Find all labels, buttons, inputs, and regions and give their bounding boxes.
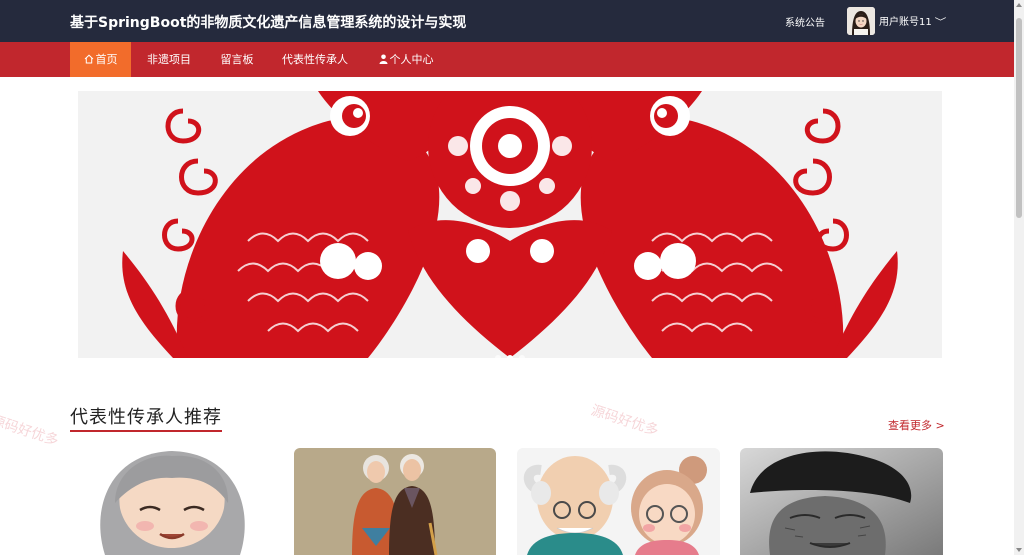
section-title: 代表性传承人推荐 xyxy=(70,407,222,428)
user-icon xyxy=(379,42,388,77)
user-account-label: 用户账号11 xyxy=(879,17,932,28)
watermark-text: 源码好优多 xyxy=(0,412,61,450)
watermark-text: 源码好优多 xyxy=(588,402,661,440)
nav-item-label: 首页 xyxy=(95,53,118,66)
top-header-bar: 基于SpringBoot的非物质文化遗产信息管理系统的设计与实现 系统公告 用户… xyxy=(0,0,1024,42)
paper-cut-fish-image xyxy=(78,91,942,358)
inheritor-portrait xyxy=(70,448,273,555)
user-avatar[interactable] xyxy=(847,7,875,35)
section-title-underline xyxy=(70,430,222,432)
nav-item-label: 非遗项目 xyxy=(147,53,191,66)
carousel-dot[interactable] xyxy=(519,355,525,358)
carousel-dot[interactable] xyxy=(507,355,513,358)
scroll-up-arrow-icon[interactable] xyxy=(1016,3,1022,7)
inheritor-card[interactable] xyxy=(517,448,720,555)
inheritor-portrait xyxy=(517,448,720,555)
scrollbar-thumb[interactable] xyxy=(1016,18,1022,218)
site-title: 基于SpringBoot的非物质文化遗产信息管理系统的设计与实现 xyxy=(70,15,467,31)
home-icon xyxy=(84,42,94,77)
main-navbar: 首页 非遗项目 留言板 代表性传承人 个人中心 xyxy=(0,42,1024,77)
inheritor-card[interactable] xyxy=(70,448,273,555)
scroll-down-arrow-icon[interactable] xyxy=(1016,548,1022,552)
system-notice-link[interactable]: 系统公告 xyxy=(785,14,825,29)
carousel-indicators xyxy=(492,346,528,358)
nav-item-label: 留言板 xyxy=(220,53,254,66)
inheritor-portrait xyxy=(294,448,496,555)
nav-item-label: 代表性传承人 xyxy=(282,53,348,66)
inheritor-portrait xyxy=(740,448,943,555)
carousel-dot[interactable] xyxy=(495,355,501,358)
nav-item-label: 个人中心 xyxy=(389,53,434,66)
nav-item-home[interactable]: 首页 xyxy=(70,42,131,77)
nav-item-message-board[interactable]: 留言板 xyxy=(207,42,267,77)
inheritor-card[interactable] xyxy=(294,448,496,555)
page-scrollbar[interactable] xyxy=(1014,0,1024,555)
banner-carousel[interactable] xyxy=(78,91,942,358)
view-more-link[interactable]: 查看更多 > xyxy=(888,417,945,433)
nav-item-inheritors[interactable]: 代表性传承人 xyxy=(269,42,361,77)
user-account-menu[interactable]: 用户账号11 ﹀ xyxy=(879,13,947,28)
nav-item-personal-center[interactable]: 个人中心 xyxy=(365,42,447,77)
chevron-down-icon: ﹀ xyxy=(934,18,947,28)
inheritor-card[interactable] xyxy=(740,448,943,555)
nav-item-heritage-projects[interactable]: 非遗项目 xyxy=(133,42,205,77)
